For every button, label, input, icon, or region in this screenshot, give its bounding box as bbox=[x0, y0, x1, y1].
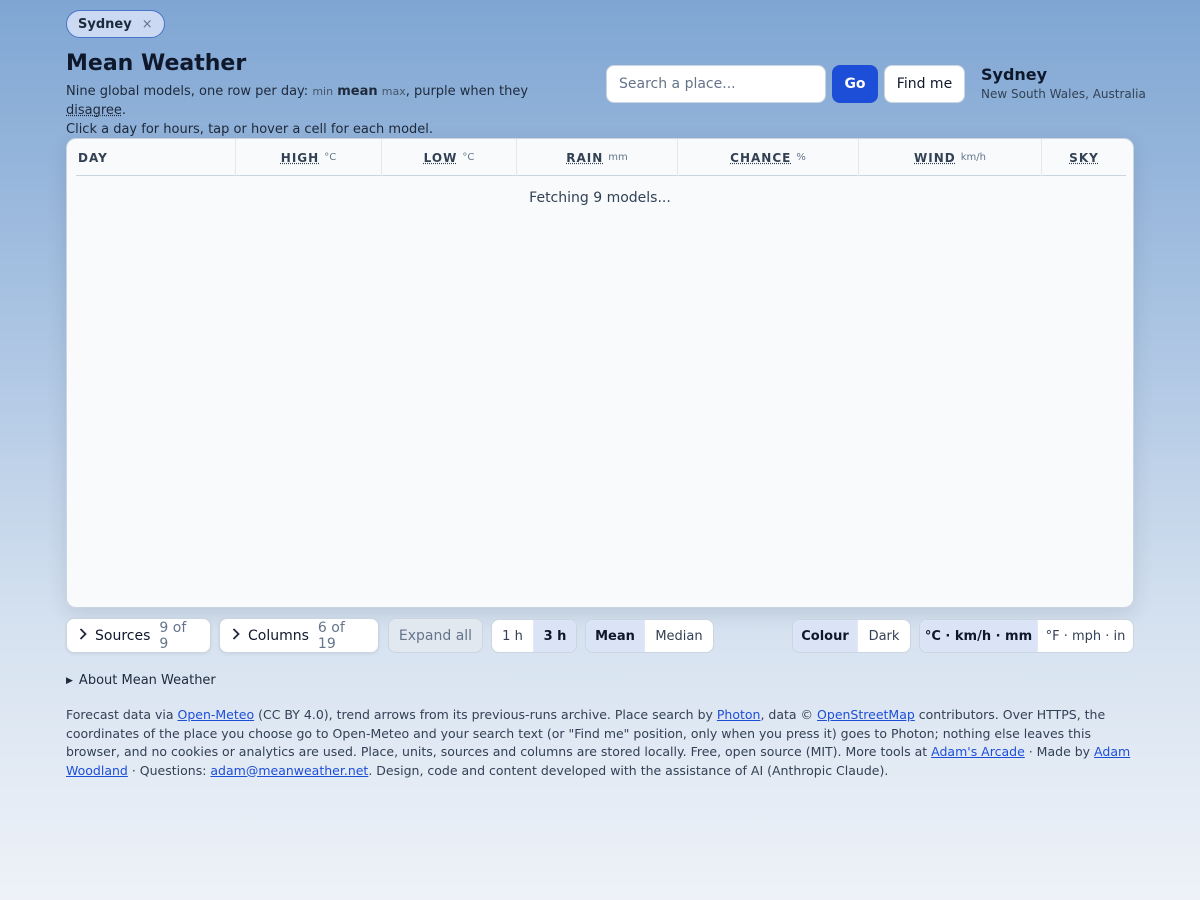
desc-disagree: disagree bbox=[66, 103, 122, 118]
col-chance-unit: % bbox=[796, 152, 806, 163]
aggregate-median[interactable]: Median bbox=[645, 620, 713, 652]
interval-1h[interactable]: 1 h bbox=[492, 620, 534, 652]
col-sky[interactable]: SKY bbox=[1042, 139, 1126, 176]
col-chance[interactable]: CHANCE % bbox=[678, 139, 859, 176]
link-openstreetmap[interactable]: OpenStreetMap bbox=[817, 707, 915, 722]
theme-colour[interactable]: Colour bbox=[793, 620, 858, 652]
columns-label: Columns bbox=[248, 627, 309, 644]
desc-min: min bbox=[312, 85, 334, 98]
triangle-right-icon: ▶ bbox=[66, 675, 73, 686]
col-wind-label: WIND bbox=[914, 150, 956, 165]
about-disclosure[interactable]: ▶ About Mean Weather bbox=[66, 673, 216, 688]
col-high[interactable]: HIGH °C bbox=[236, 139, 382, 176]
col-high-unit: °C bbox=[324, 152, 337, 163]
footer-t2: (CC BY 4.0), trend arrows from its previ… bbox=[254, 707, 717, 722]
col-wind[interactable]: WIND km/h bbox=[859, 139, 1042, 176]
page-title: Mean Weather bbox=[66, 51, 247, 76]
col-sky-label: SKY bbox=[1069, 150, 1099, 165]
about-label: About Mean Weather bbox=[78, 673, 216, 688]
col-wind-unit: km/h bbox=[960, 152, 986, 163]
sources-button[interactable]: Sources 9 of 9 bbox=[66, 618, 211, 653]
chevron-right-icon bbox=[232, 627, 240, 644]
table-header: DAY HIGH °C LOW °C RAIN mm CHANCE % WIND… bbox=[76, 139, 1126, 176]
sources-count: 9 of 9 bbox=[159, 619, 187, 652]
desc-prefix: Nine global models, one row per day: bbox=[66, 84, 313, 99]
theme-dark[interactable]: Dark bbox=[858, 620, 910, 652]
units-toggle: °C · km/h · mm °F · mph · in bbox=[919, 619, 1134, 653]
link-email[interactable]: adam@meanweather.net bbox=[210, 763, 368, 778]
aggregate-mean[interactable]: Mean bbox=[586, 620, 645, 652]
col-chance-label: CHANCE bbox=[730, 150, 792, 165]
col-high-label: HIGH bbox=[280, 150, 320, 165]
aggregate-toggle: Mean Median bbox=[585, 619, 714, 653]
desc-end: . bbox=[121, 103, 127, 118]
location-chip-label: Sydney bbox=[78, 16, 132, 32]
col-low-unit: °C bbox=[462, 152, 475, 163]
col-rain-unit: mm bbox=[608, 152, 628, 163]
search-input[interactable] bbox=[606, 65, 826, 103]
col-rain[interactable]: RAIN mm bbox=[517, 139, 678, 176]
chevron-right-icon bbox=[79, 627, 87, 644]
location-chip[interactable]: Sydney × bbox=[66, 10, 165, 38]
footer-t3: , data © bbox=[760, 707, 818, 722]
link-adams-arcade[interactable]: Adam's Arcade bbox=[931, 744, 1025, 759]
link-photon[interactable]: Photon bbox=[717, 707, 761, 722]
footer-t6: · Questions: bbox=[127, 762, 211, 778]
columns-count: 6 of 19 bbox=[317, 619, 345, 652]
page-description: Nine global models, one row per day: min… bbox=[66, 82, 586, 139]
place-name: Sydney bbox=[981, 65, 1048, 84]
footer-t1: Forecast data via bbox=[66, 707, 178, 722]
units-imperial[interactable]: °F · mph · in bbox=[1038, 620, 1133, 652]
col-rain-label: RAIN bbox=[566, 150, 604, 165]
col-low[interactable]: LOW °C bbox=[382, 139, 517, 176]
sources-label: Sources bbox=[95, 627, 151, 644]
forecast-table: DAY HIGH °C LOW °C RAIN mm CHANCE % WIND… bbox=[66, 138, 1134, 608]
loading-message: Fetching 9 models... bbox=[529, 190, 671, 206]
go-button[interactable]: Go bbox=[832, 65, 878, 103]
interval-toggle: 1 h 3 h bbox=[491, 619, 577, 653]
units-metric[interactable]: °C · km/h · mm bbox=[920, 620, 1038, 652]
desc-max: max bbox=[381, 85, 406, 98]
footer-t5: · Made by bbox=[1024, 744, 1095, 759]
col-day: DAY bbox=[76, 139, 236, 176]
desc-mid: , purple when they bbox=[405, 84, 529, 99]
footer-text: Forecast data via Open-Meteo (CC BY 4.0)… bbox=[66, 706, 1134, 780]
find-me-button[interactable]: Find me bbox=[884, 65, 965, 103]
close-icon[interactable]: × bbox=[142, 17, 153, 32]
expand-all-button[interactable]: Expand all bbox=[388, 618, 483, 653]
desc-mean: mean bbox=[337, 84, 378, 99]
col-low-label: LOW bbox=[423, 150, 458, 165]
interval-3h[interactable]: 3 h bbox=[534, 620, 576, 652]
place-region: New South Wales, Australia bbox=[981, 87, 1146, 101]
link-open-meteo[interactable]: Open-Meteo bbox=[178, 707, 255, 722]
footer-t7: . Design, code and content developed wit… bbox=[368, 762, 889, 778]
col-day-label: DAY bbox=[78, 150, 108, 165]
desc-line2: Click a day for hours, tap or hover a ce… bbox=[66, 122, 434, 137]
theme-toggle: Colour Dark bbox=[792, 619, 911, 653]
columns-button[interactable]: Columns 6 of 19 bbox=[219, 618, 379, 653]
